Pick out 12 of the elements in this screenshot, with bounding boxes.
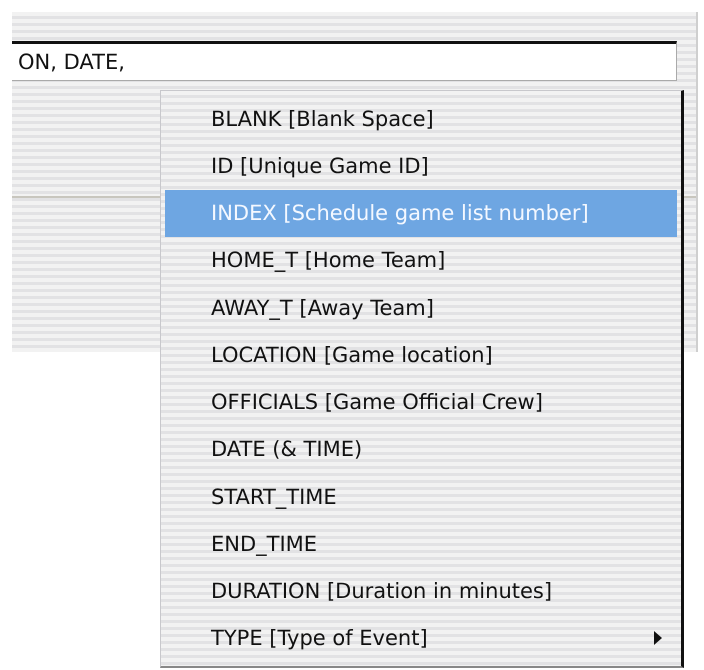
menu-item[interactable]: DURATION [Duration in minutes] — [165, 568, 677, 615]
menu-item[interactable]: TYPE [Type of Event] — [165, 614, 677, 662]
menu-item[interactable]: START_TIME — [165, 473, 677, 520]
menu-item[interactable]: LOCATION [Game location] — [165, 331, 677, 378]
menu-item[interactable]: AWAY_T [Away Team] — [165, 284, 677, 332]
menu-item[interactable]: ID [Unique Game ID] — [165, 142, 677, 190]
menu-item[interactable]: DATE (& TIME) — [165, 426, 677, 473]
menu-item[interactable]: OFFICIALS [Game Official Crew] — [165, 378, 677, 426]
menu-item[interactable]: END_TIME — [165, 520, 677, 568]
input-field[interactable]: ON, DATE, — [12, 41, 677, 81]
menu-item[interactable]: BLANK [Blank Space] — [165, 95, 677, 142]
menu-item[interactable]: HOME_T [Home Team] — [165, 236, 677, 284]
